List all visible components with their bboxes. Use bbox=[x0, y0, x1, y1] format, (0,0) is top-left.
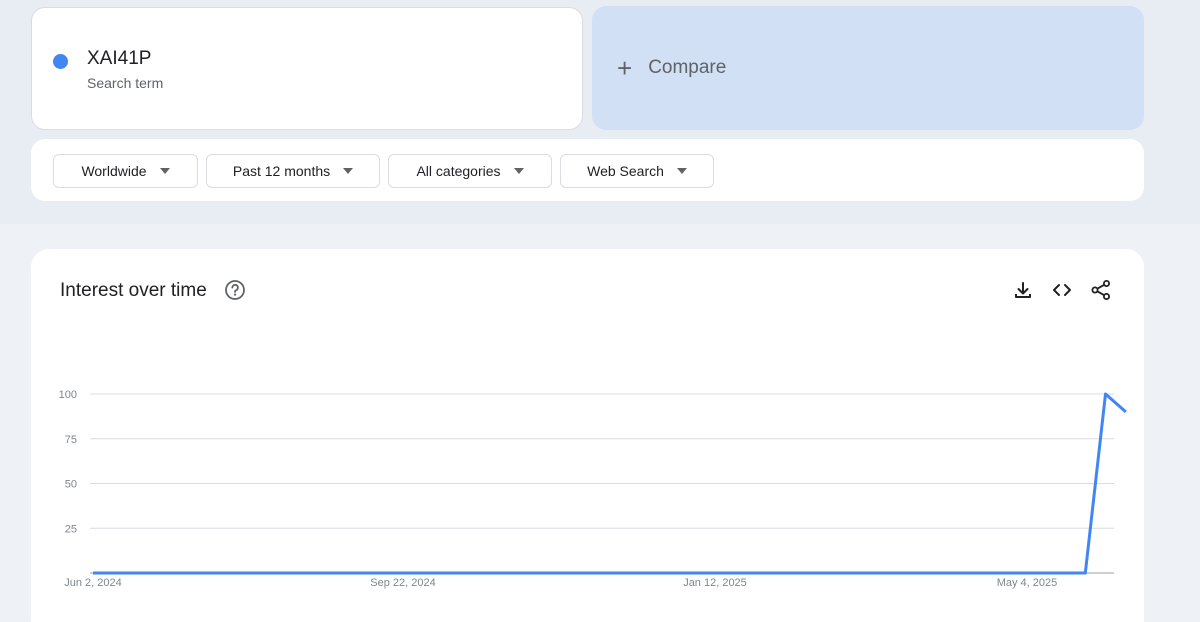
search-term-subtitle: Search term bbox=[87, 75, 164, 91]
x-tick-label: Sep 22, 2024 bbox=[370, 577, 435, 589]
term-color-dot bbox=[53, 54, 68, 69]
interest-line-chart: 25 50 75 100 Jun 2, 2024 Sep 22, 2024 Jan 12,… bbox=[59, 389, 1127, 589]
filter-location-dropdown[interactable]: Worldwide bbox=[53, 154, 198, 188]
filter-property-label: Web Search bbox=[587, 163, 664, 179]
plus-icon: + bbox=[617, 53, 633, 83]
y-tick-label: 75 bbox=[65, 434, 77, 446]
caret-down-icon bbox=[343, 168, 354, 174]
y-tick-label: 25 bbox=[65, 523, 77, 535]
filter-property-dropdown[interactable]: Web Search bbox=[560, 154, 714, 188]
caret-down-icon bbox=[513, 168, 524, 174]
x-tick-label: May 4, 2025 bbox=[997, 577, 1058, 589]
interest-over-time-card: Interest over time 25 50 75 100 Jun 2, 2024… bbox=[31, 249, 1144, 622]
y-tick-label: 100 bbox=[59, 389, 77, 401]
search-term-name[interactable]: XAI41P bbox=[87, 48, 151, 70]
filter-category-dropdown[interactable]: All categories bbox=[388, 154, 552, 188]
caret-down-icon bbox=[676, 168, 687, 174]
filter-location-label: Worldwide bbox=[81, 163, 147, 179]
filter-bar: Worldwide Past 12 months All categories … bbox=[31, 139, 1144, 201]
compare-button[interactable]: + Compare bbox=[592, 6, 1144, 130]
compare-label: Compare bbox=[648, 57, 727, 78]
caret-down-icon bbox=[159, 168, 170, 174]
filter-time-label: Past 12 months bbox=[232, 163, 331, 179]
x-tick-label: Jan 12, 2025 bbox=[683, 577, 747, 589]
filter-time-dropdown[interactable]: Past 12 months bbox=[206, 154, 380, 188]
filter-category-label: All categories bbox=[416, 163, 501, 179]
y-tick-label: 50 bbox=[65, 479, 77, 491]
search-term-card[interactable]: XAI41P Search term bbox=[31, 7, 583, 130]
x-tick-label: Jun 2, 2024 bbox=[64, 577, 122, 589]
